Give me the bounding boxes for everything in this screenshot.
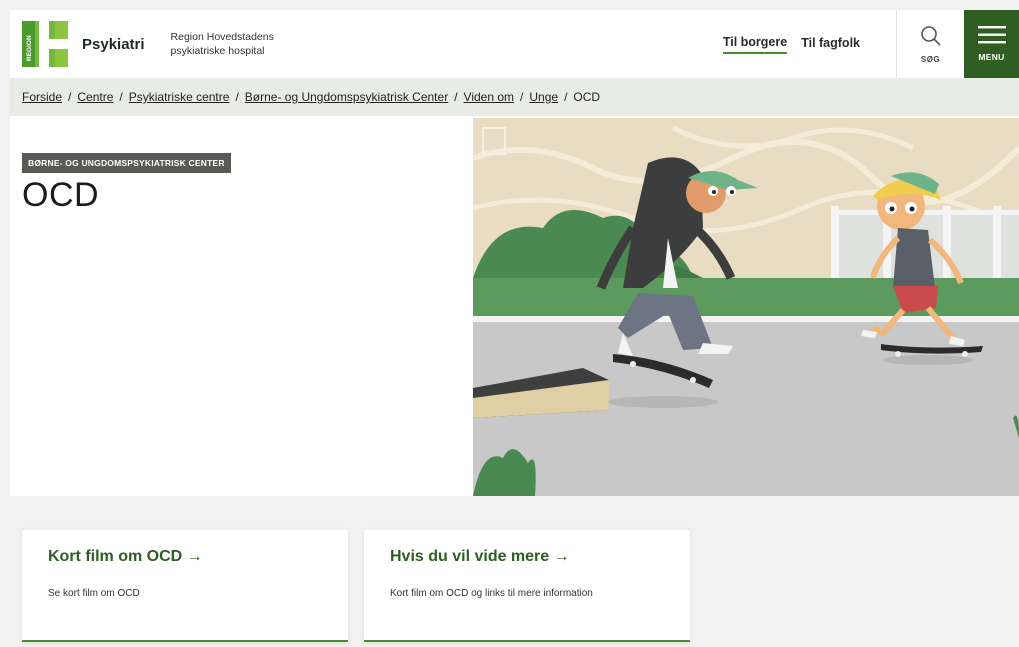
site-header: REGION Psykiatri Region Hovedstadens psy… xyxy=(10,10,1019,78)
card-kort-film[interactable]: Kort film om OCD → Se kort film om OCD xyxy=(22,530,348,642)
card-text: Kort film om OCD og links til mere infor… xyxy=(390,588,593,599)
logo[interactable]: REGION Psykiatri Region Hovedstadens psy… xyxy=(10,10,490,78)
breadcrumb-separator: / xyxy=(119,90,123,104)
search-label: SØG xyxy=(920,54,941,64)
page-title: OCD xyxy=(22,176,100,214)
hero-illustration xyxy=(473,118,1019,496)
breadcrumb-separator: / xyxy=(520,90,524,104)
search-button[interactable]: SØG xyxy=(896,10,964,78)
brand-subtitle-line2: psykiatriske hospital xyxy=(170,45,265,57)
brand-name: Psykiatri xyxy=(82,35,145,53)
audience-nav: Til borgere Til fagfolk xyxy=(722,10,860,78)
link-cards: Kort film om OCD → Se kort film om OCD H… xyxy=(10,496,1019,647)
region-h-logo-icon: REGION xyxy=(22,21,68,67)
nav-til-fagfolk[interactable]: Til fagfolk xyxy=(801,36,860,53)
breadcrumb-current: OCD xyxy=(573,90,601,104)
breadcrumb-separator: / xyxy=(454,90,458,104)
breadcrumb-unge[interactable]: Unge xyxy=(529,90,558,104)
breadcrumb-psykiatriske-centre[interactable]: Psykiatriske centre xyxy=(129,90,230,104)
breadcrumb-forside[interactable]: Forside xyxy=(22,90,62,104)
card-title: Hvis du vil vide mere → xyxy=(390,548,570,565)
brand-subtitle: Region Hovedstadens psykiatriske hospita… xyxy=(171,30,274,58)
breadcrumb: Forside / Centre / Psykiatriske centre /… xyxy=(10,78,1019,116)
card-text: Se kort film om OCD xyxy=(48,588,140,599)
card-vide-mere[interactable]: Hvis du vil vide mere → Kort film om OCD… xyxy=(364,530,690,642)
breadcrumb-centre[interactable]: Centre xyxy=(77,90,113,104)
breadcrumb-separator: / xyxy=(235,90,239,104)
search-icon xyxy=(920,25,942,52)
brand-subtitle-line1: Region Hovedstadens xyxy=(170,31,274,43)
nav-til-borgere[interactable]: Til borgere xyxy=(722,35,788,54)
hamburger-icon xyxy=(977,26,1006,49)
svg-text:REGION: REGION xyxy=(26,35,33,61)
main-content: BØRNE- OG UNGDOMSPSYKIATRISK CENTER OCD xyxy=(10,116,1019,496)
breadcrumb-separator: / xyxy=(564,90,568,104)
card-title: Kort film om OCD → xyxy=(48,548,203,565)
center-badge: BØRNE- OG UNGDOMSPSYKIATRISK CENTER xyxy=(22,153,231,173)
breadcrumb-boerne-ungdom-center[interactable]: Børne- og Ungdomspsykiatrisk Center xyxy=(245,90,448,104)
breadcrumb-separator: / xyxy=(68,90,72,104)
menu-button[interactable]: MENU xyxy=(964,10,1019,78)
breadcrumb-viden-om[interactable]: Viden om xyxy=(464,90,514,104)
menu-label: MENU xyxy=(978,52,1005,62)
